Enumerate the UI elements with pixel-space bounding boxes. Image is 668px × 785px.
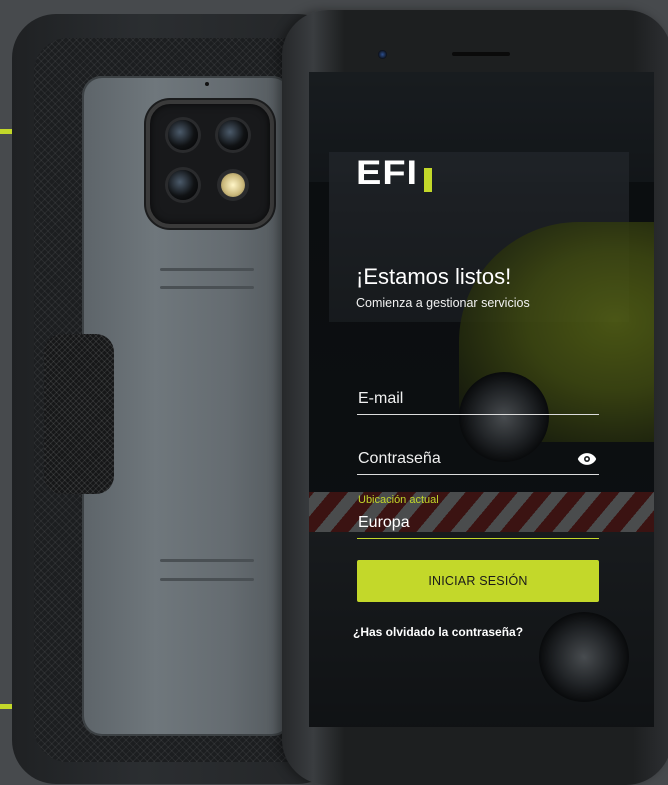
front-camera-icon bbox=[378, 50, 387, 59]
email-field-wrapper bbox=[357, 390, 599, 415]
back-groove bbox=[160, 268, 254, 271]
back-mic-dot bbox=[205, 82, 209, 86]
email-field[interactable] bbox=[357, 390, 599, 415]
logo-text: EFI bbox=[356, 154, 419, 192]
forgot-password-link[interactable]: ¿Has olvidado la contraseña? bbox=[353, 625, 523, 639]
camera-lens-icon bbox=[168, 170, 198, 200]
back-groove bbox=[160, 286, 254, 289]
rear-camera-module bbox=[146, 100, 274, 228]
eye-icon[interactable] bbox=[577, 452, 597, 466]
camera-lens-icon bbox=[168, 120, 198, 150]
back-groove bbox=[160, 578, 254, 581]
password-field[interactable] bbox=[357, 450, 599, 475]
login-heading: ¡Estamos listos! bbox=[356, 264, 512, 289]
earpiece-speaker bbox=[452, 52, 510, 56]
camera-lens-icon bbox=[218, 120, 248, 150]
password-field-wrapper bbox=[357, 450, 599, 475]
location-label: Ubicación actual bbox=[358, 494, 439, 506]
side-grip bbox=[44, 334, 114, 494]
back-groove bbox=[160, 559, 254, 562]
location-field-wrapper: Ubicación actual bbox=[357, 494, 599, 539]
location-field[interactable] bbox=[357, 514, 599, 539]
efi-logo: EFI bbox=[356, 154, 434, 194]
flash-icon bbox=[221, 173, 245, 197]
login-screen: EFI ¡Estamos listos! Comienza a gestiona… bbox=[309, 72, 654, 727]
login-subheading: Comienza a gestionar servicios bbox=[356, 296, 530, 310]
logo-accent-bar bbox=[424, 168, 432, 192]
login-button[interactable]: INICIAR SESIÓN bbox=[357, 560, 599, 602]
